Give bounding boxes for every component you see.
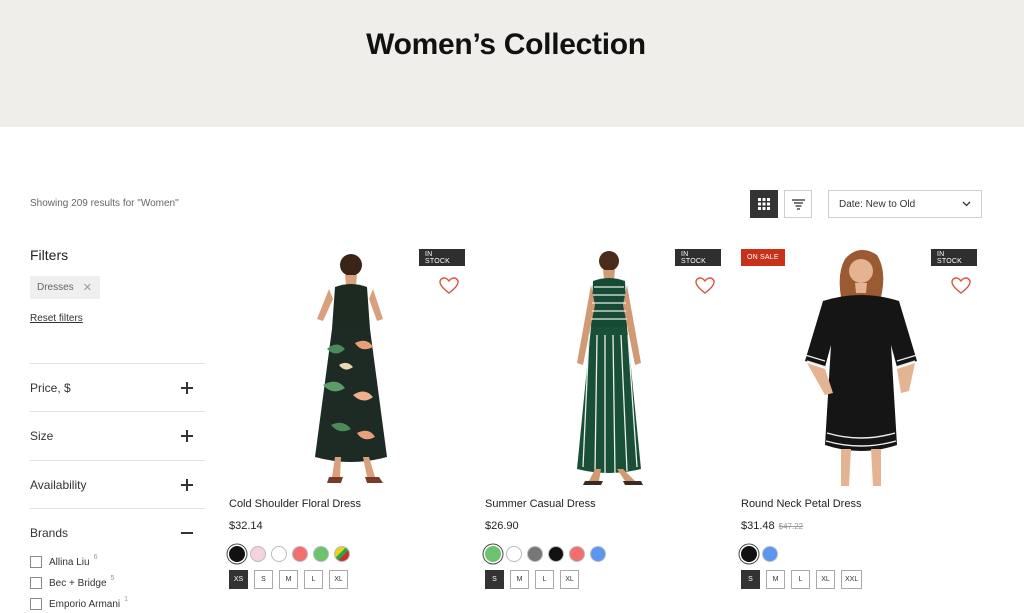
color-swatch[interactable] [548, 546, 564, 562]
in-stock-badge: IN STOCK [675, 249, 721, 266]
size-option[interactable]: S [254, 570, 273, 589]
on-sale-badge: ON SALE [741, 249, 785, 266]
size-option[interactable]: L [304, 570, 323, 589]
color-swatches [485, 546, 606, 562]
filter-section-availability[interactable]: Availability [30, 460, 206, 508]
color-swatch[interactable] [762, 546, 778, 562]
filter-section-label: Size [30, 429, 54, 443]
size-option[interactable]: M [279, 570, 298, 589]
active-filter-label: Dresses [37, 282, 74, 293]
sort-label: Date: New to Old [839, 198, 916, 210]
product-name[interactable]: Summer Casual Dress [485, 498, 596, 510]
heart-icon[interactable] [951, 277, 971, 295]
color-swatch[interactable] [292, 546, 308, 562]
color-swatch[interactable] [250, 546, 266, 562]
size-option[interactable]: L [535, 570, 554, 589]
size-option[interactable]: M [510, 570, 529, 589]
size-options: S M L XL [485, 570, 579, 589]
brand-name: Allina Liu [49, 556, 90, 568]
brand-count: 6 [93, 553, 98, 561]
product-name[interactable]: Cold Shoulder Floral Dress [229, 498, 361, 510]
brand-option[interactable]: Bec + Bridge 5 [30, 574, 115, 589]
product-image[interactable] [485, 245, 721, 486]
size-option[interactable]: S [485, 570, 504, 589]
page-title: Women’s Collection [366, 28, 646, 61]
size-option[interactable]: XS [229, 570, 248, 589]
filter-list-icon [791, 198, 805, 210]
current-price: $32.14 [229, 520, 263, 532]
brand-count: 5 [110, 574, 115, 582]
filters-title: Filters [30, 247, 69, 263]
grid-view-button[interactable] [750, 190, 778, 218]
brand-option[interactable]: Allina Liu 6 [30, 553, 98, 568]
color-swatch[interactable] [569, 546, 585, 562]
active-filter-chip[interactable]: Dresses ✕ [30, 276, 100, 299]
filter-section-label: Brands [30, 526, 69, 540]
product-image[interactable] [229, 245, 465, 486]
reset-filters-link[interactable]: Reset filters [30, 313, 83, 324]
product-image[interactable] [741, 245, 977, 486]
color-swatch[interactable] [485, 546, 501, 562]
size-options: S M L XL XXL [741, 570, 863, 589]
color-swatch[interactable] [313, 546, 329, 562]
size-option[interactable]: M [766, 570, 785, 589]
chevron-down-icon [962, 201, 971, 207]
grid-icon [758, 198, 770, 210]
brand-option[interactable]: Emporio Armani 1 [30, 595, 129, 610]
product-price: $31.48 $47.22 [741, 520, 803, 532]
in-stock-badge: IN STOCK [931, 249, 977, 266]
color-swatch[interactable] [741, 546, 757, 562]
color-swatches [229, 546, 350, 562]
color-swatch[interactable] [229, 546, 245, 562]
plus-icon[interactable] [181, 382, 193, 394]
color-swatch[interactable] [506, 546, 522, 562]
product-name[interactable]: Round Neck Petal Dress [741, 498, 861, 510]
product-price: $26.90 [485, 520, 519, 532]
plus-icon[interactable] [181, 430, 193, 442]
in-stock-badge: IN STOCK [419, 249, 465, 266]
color-swatch[interactable] [271, 546, 287, 562]
color-swatches [741, 546, 778, 562]
color-swatch[interactable] [590, 546, 606, 562]
filter-section-price[interactable]: Price, $ [30, 363, 206, 411]
heart-icon[interactable] [695, 277, 715, 295]
size-option[interactable]: L [791, 570, 810, 589]
filter-section-label: Price, $ [30, 381, 71, 395]
color-swatch[interactable] [527, 546, 543, 562]
brand-name: Bec + Bridge [49, 577, 107, 589]
size-option[interactable]: XXL [841, 570, 863, 589]
heart-icon[interactable] [439, 277, 459, 295]
hero-banner: Women’s Collection [0, 0, 1024, 127]
brand-checkbox[interactable] [30, 598, 42, 610]
minus-icon[interactable] [181, 527, 193, 539]
size-option[interactable]: XL [816, 570, 835, 589]
product-price: $32.14 [229, 520, 263, 532]
size-option[interactable]: XL [329, 570, 348, 589]
size-options: XS S M L XL [229, 570, 348, 589]
brand-checkbox[interactable] [30, 556, 42, 568]
current-price: $26.90 [485, 520, 519, 532]
current-price: $31.48 [741, 520, 775, 532]
results-count: Showing 209 results for "Women" [30, 198, 179, 209]
sort-dropdown[interactable]: Date: New to Old [828, 190, 982, 218]
brand-count: 1 [124, 595, 129, 603]
remove-filter-icon[interactable]: ✕ [83, 281, 92, 294]
filter-section-label: Availability [30, 478, 87, 492]
brand-name: Emporio Armani [49, 598, 121, 610]
color-swatch[interactable] [334, 546, 350, 562]
old-price: $47.22 [778, 522, 804, 531]
size-option[interactable]: XL [560, 570, 579, 589]
size-option[interactable]: S [741, 570, 760, 589]
list-view-button[interactable] [784, 190, 812, 218]
brand-checkbox[interactable] [30, 577, 42, 589]
filter-section-brands[interactable]: Brands [30, 508, 206, 548]
plus-icon[interactable] [181, 479, 193, 491]
filter-section-size[interactable]: Size [30, 411, 206, 460]
